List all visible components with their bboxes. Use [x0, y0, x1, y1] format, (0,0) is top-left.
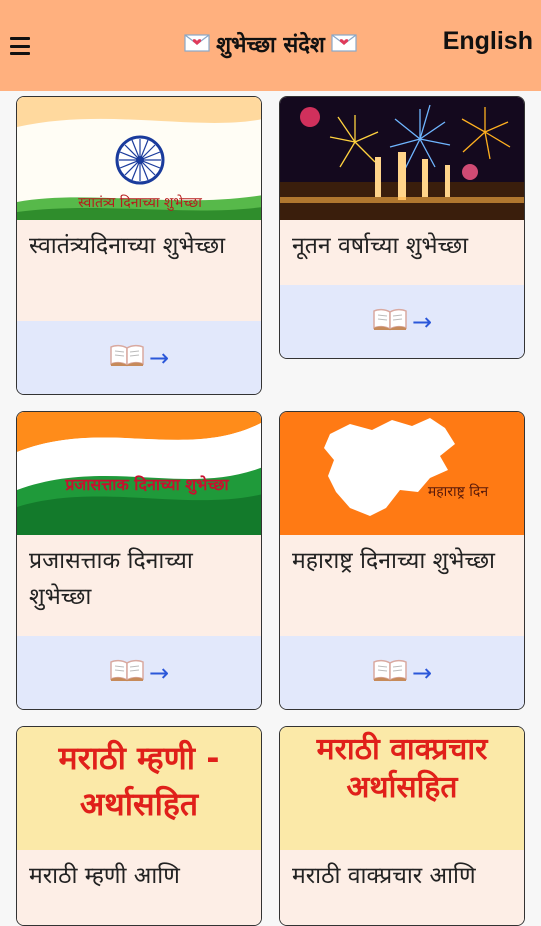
card-maharashtra-day[interactable]: महाराष्ट्र दिन महाराष्ट्र दिनाच्या शुभेच… [279, 411, 525, 710]
read-more-button[interactable]: → [280, 636, 524, 709]
card-image-marathi-proverbs: मराठी म्हणी - अर्थासहित [17, 727, 261, 850]
card-caption: स्वातंत्र्यदिनाच्या शुभेच्छा [17, 220, 261, 322]
card-caption: महाराष्ट्र दिनाच्या शुभेच्छा [280, 535, 524, 637]
card-image-maharashtra-day: महाराष्ट्र दिन [280, 412, 524, 535]
card-marathi-proverbs[interactable]: मराठी म्हणी - अर्थासहित मराठी म्हणी आणि [16, 726, 262, 926]
arrow-right-icon: → [148, 658, 170, 687]
card-new-year[interactable]: नूतन वर्षाच्या शुभेच्छा → [279, 96, 525, 359]
card-image-republic-day: प्रजासत्ताक दिनाच्या शुभेच्छा [17, 412, 261, 535]
card-image-new-year [280, 97, 524, 220]
card-marathi-phrases[interactable]: मराठी वाक्प्रचार अर्थासहित मराठी वाक्प्र… [279, 726, 525, 926]
read-more-button[interactable]: → [17, 636, 261, 709]
arrow-right-icon: → [148, 343, 170, 372]
read-more-button[interactable]: → [280, 285, 524, 358]
love-letter-envelope-icon [184, 33, 210, 59]
card-image-text: मराठी वाक्प्रचार अर्थासहित [316, 732, 488, 805]
app-header: शुभेच्छा संदेश English [0, 0, 541, 91]
open-book-icon [372, 658, 408, 688]
love-letter-envelope-icon [331, 33, 357, 59]
card-caption: मराठी म्हणी आणि [17, 850, 261, 925]
title-text: शुभेच्छा संदेश [216, 33, 325, 58]
language-toggle-english[interactable]: English [443, 27, 533, 56]
card-independence-day[interactable]: स्वातंत्र्य दिनाच्या शुभेच्छा स्वातंत्र्… [16, 96, 262, 395]
card-republic-day[interactable]: प्रजासत्ताक दिनाच्या शुभेच्छा प्रजासत्ता… [16, 411, 262, 710]
card-image-text: स्वातंत्र्य दिनाच्या शुभेच्छा [78, 194, 202, 211]
arrow-right-icon: → [411, 658, 433, 687]
open-book-icon [109, 658, 145, 688]
card-image-text: प्रजासत्ताक दिनाच्या शुभेच्छा [64, 475, 229, 495]
card-image-marathi-phrases: मराठी वाक्प्रचार अर्थासहित [280, 727, 524, 850]
card-image-independence-day: स्वातंत्र्य दिनाच्या शुभेच्छा [17, 97, 261, 220]
card-image-text: मराठी म्हणी - अर्थासहित [58, 739, 220, 823]
card-caption: प्रजासत्ताक दिनाच्या शुभेच्छा [17, 535, 261, 637]
card-caption: नूतन वर्षाच्या शुभेच्छा [280, 220, 524, 286]
arrow-right-icon: → [411, 307, 433, 336]
open-book-icon [109, 343, 145, 373]
read-more-button[interactable]: → [17, 321, 261, 394]
card-image-text: महाराष्ट्र दिन [428, 483, 488, 500]
open-book-icon [372, 307, 408, 337]
card-caption: मराठी वाक्प्रचार आणि [280, 850, 524, 925]
